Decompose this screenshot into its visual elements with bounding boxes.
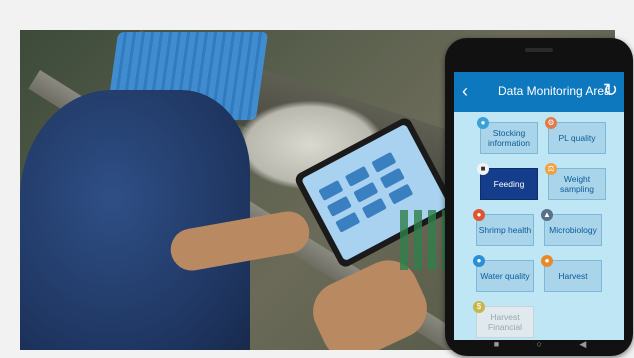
- tile-water-quality[interactable]: ● Water quality: [473, 255, 534, 292]
- triangle-icon[interactable]: ◀: [579, 339, 586, 350]
- chevron-left-icon[interactable]: ‹: [462, 81, 468, 101]
- money-icon: $: [473, 301, 485, 313]
- tile-harvest[interactable]: ● Harvest: [541, 255, 602, 292]
- tile-harvest-financial[interactable]: $ Harvest Financial: [473, 301, 534, 338]
- tile-label: Weight sampling: [559, 174, 595, 194]
- phone-mockup: ‹ Data Monitoring Area ↻ ● Stocking info…: [445, 38, 633, 356]
- tile-weight-sampling[interactable]: ⚖ Weight sampling: [545, 163, 606, 200]
- circle-icon[interactable]: ○: [537, 339, 542, 349]
- tile-pl-quality[interactable]: ⚙ PL quality: [545, 117, 606, 154]
- fish-icon: ●: [477, 117, 489, 129]
- tile-label: PL quality: [558, 133, 596, 143]
- harvest-icon: ●: [541, 255, 553, 267]
- scale-icon: ⚖: [545, 163, 557, 175]
- shrimp-icon: ●: [473, 209, 485, 221]
- tile-shrimp-health[interactable]: ● Shrimp health: [473, 209, 534, 246]
- tile-label: Shrimp health: [478, 225, 532, 235]
- tile-label: Stocking information: [487, 128, 531, 148]
- tile-feeding[interactable]: ■ Feeding: [477, 163, 538, 200]
- gear-icon: ⚙: [545, 117, 557, 129]
- tile-label: Feeding: [493, 179, 525, 189]
- microscope-icon: ▲: [541, 209, 553, 221]
- person: [20, 90, 250, 350]
- tile-stocking-information[interactable]: ● Stocking information: [477, 117, 538, 154]
- system-nav-bar: ■ ○ ◀: [475, 338, 605, 350]
- app-bar: ‹ Data Monitoring Area ↻: [454, 72, 624, 112]
- tile-label: Water quality: [480, 271, 530, 281]
- tile-label: Microbiology: [549, 225, 597, 235]
- tile-label: Harvest Financial: [487, 312, 523, 332]
- page-title: Data Monitoring Area: [498, 84, 611, 98]
- phone-speaker: [525, 48, 553, 52]
- tile-label: Harvest: [558, 271, 588, 281]
- app-screen: ‹ Data Monitoring Area ↻ ● Stocking info…: [454, 72, 624, 340]
- feed-icon: ■: [477, 163, 489, 175]
- droplet-icon: ●: [473, 255, 485, 267]
- tile-microbiology[interactable]: ▲ Microbiology: [541, 209, 602, 246]
- square-icon[interactable]: ■: [494, 339, 499, 349]
- refresh-icon[interactable]: ↻: [603, 80, 618, 100]
